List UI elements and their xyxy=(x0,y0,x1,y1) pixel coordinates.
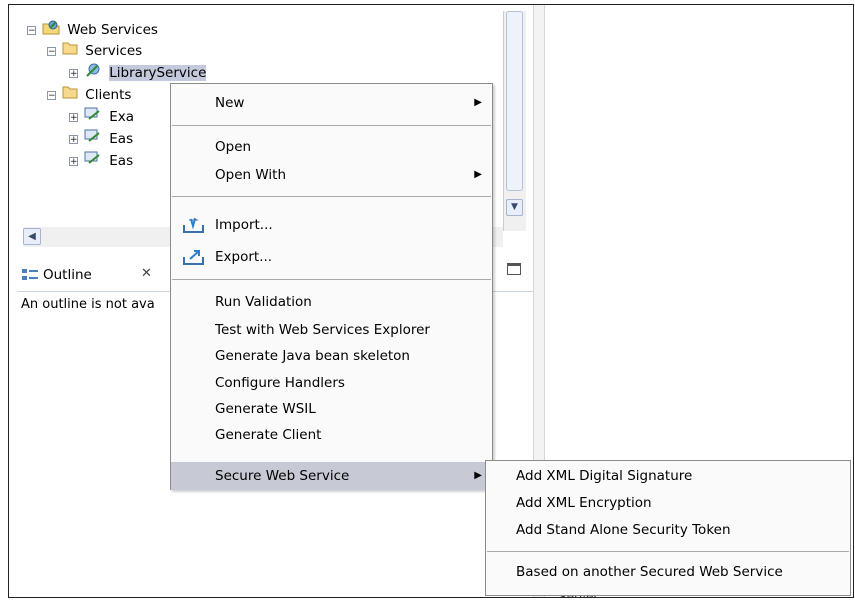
submenu-item-label: Add XML Encryption xyxy=(516,495,652,511)
scrollbar-thumb[interactable] xyxy=(506,11,523,191)
folder-icon xyxy=(62,41,78,62)
menu-item-export[interactable]: Export... xyxy=(171,246,492,268)
menu-item-label: Run Validation xyxy=(215,294,312,310)
outline-message: An outline is not ava xyxy=(21,297,155,312)
collapse-toggle[interactable]: − xyxy=(47,91,56,101)
menu-item-label: Open xyxy=(215,139,252,155)
menu-item-label: Generate WSIL xyxy=(215,401,316,417)
menu-item-label: Generate Java bean skeleton xyxy=(215,348,410,364)
tree-item-clients[interactable]: − Clients xyxy=(47,85,131,105)
scroll-down-button[interactable]: ▼ xyxy=(506,199,523,216)
menu-item-label: Secure Web Service xyxy=(215,468,350,484)
menu-item-label: Generate Client xyxy=(215,427,322,443)
collapse-toggle[interactable]: − xyxy=(47,47,56,57)
client-icon xyxy=(84,129,102,150)
menu-item-generate-java-bean[interactable]: Generate Java bean skeleton xyxy=(171,345,492,367)
menu-item-open-with[interactable]: Open With ▶ xyxy=(171,164,492,186)
import-icon xyxy=(183,217,205,240)
submenu-arrow-icon: ▶ xyxy=(474,97,482,108)
menu-item-label: New xyxy=(215,95,245,111)
tree-item-label: LibraryService xyxy=(109,65,207,81)
menu-separator xyxy=(172,279,491,280)
outline-icon xyxy=(21,268,39,286)
menu-item-label: Open With xyxy=(215,167,287,183)
tree-item-label: Services xyxy=(85,43,143,59)
tree-item-client[interactable]: + Exa xyxy=(69,107,134,127)
tree-item-client[interactable]: + Eas xyxy=(69,151,133,171)
menu-item-open[interactable]: Open xyxy=(171,136,492,158)
menu-item-new[interactable]: New ▶ xyxy=(171,92,492,114)
tree-vertical-scrollbar[interactable]: ▼ xyxy=(503,11,526,231)
tree-item-label: Eas xyxy=(109,131,134,147)
tree-item-client[interactable]: + Eas xyxy=(69,129,133,149)
submenu-arrow-icon: ▶ xyxy=(474,169,482,180)
tab-outline-label: Outline xyxy=(43,267,92,283)
menu-item-label: Import... xyxy=(215,217,273,233)
menu-item-generate-wsil[interactable]: Generate WSIL xyxy=(171,398,492,420)
tree-item-services[interactable]: − Services xyxy=(47,41,142,61)
menu-item-configure-handlers[interactable]: Configure Handlers xyxy=(171,372,492,394)
submenu-item-add-security-token[interactable]: Add Stand Alone Security Token xyxy=(486,519,850,541)
menu-item-secure-web-service[interactable]: Secure Web Service ▶ xyxy=(171,462,492,490)
expand-toggle[interactable]: + xyxy=(69,157,78,167)
menu-item-import[interactable]: Import... xyxy=(171,214,492,236)
tree-item-label: Exa xyxy=(109,109,135,125)
submenu-item-label: Add Stand Alone Security Token xyxy=(516,522,731,538)
submenu-item-based-on-secured-service[interactable]: Based on another Secured Web Service xyxy=(486,561,850,583)
close-icon[interactable]: ✕ xyxy=(141,266,152,281)
submenu-item-label: Based on another Secured Web Service xyxy=(516,564,783,580)
menu-separator xyxy=(172,196,491,197)
client-icon xyxy=(84,107,102,128)
tree-item-label: Clients xyxy=(85,87,132,103)
web-services-icon xyxy=(42,19,60,42)
export-icon xyxy=(183,249,205,272)
folder-icon xyxy=(62,85,78,106)
menu-separator xyxy=(172,125,491,126)
expand-toggle[interactable]: + xyxy=(69,135,78,145)
scroll-left-button[interactable]: ◀ xyxy=(23,228,41,245)
service-icon xyxy=(84,63,102,84)
menu-item-test-explorer[interactable]: Test with Web Services Explorer xyxy=(171,319,492,341)
menu-item-run-validation[interactable]: Run Validation xyxy=(171,291,492,313)
maximize-icon[interactable] xyxy=(507,263,521,275)
tree-item-label: Web Services xyxy=(67,22,158,38)
expand-toggle[interactable]: + xyxy=(69,113,78,123)
submenu-item-add-xml-encryption[interactable]: Add XML Encryption xyxy=(486,492,850,514)
menu-separator xyxy=(487,551,849,552)
tree-item-label: Eas xyxy=(109,153,134,169)
client-icon xyxy=(84,151,102,172)
context-menu: New ▶ Open Open With ▶ Import... Export.… xyxy=(170,83,493,490)
collapse-toggle[interactable]: − xyxy=(27,26,36,36)
expand-toggle[interactable]: + xyxy=(69,69,78,79)
tree-item-web-services[interactable]: − Web Services xyxy=(27,19,158,39)
tab-outline[interactable]: Outline ✕ xyxy=(19,261,179,289)
submenu-item-label: Add XML Digital Signature xyxy=(516,468,693,484)
menu-item-label: Export... xyxy=(215,249,273,265)
secure-web-service-submenu: Add XML Digital Signature Add XML Encryp… xyxy=(485,460,851,596)
submenu-item-add-xml-digital-signature[interactable]: Add XML Digital Signature xyxy=(486,465,850,487)
tree-item-libraryservice[interactable]: + LibraryService xyxy=(69,63,207,84)
menu-item-label: Test with Web Services Explorer xyxy=(215,322,430,338)
submenu-arrow-icon: ▶ xyxy=(474,470,482,481)
menu-item-label: Configure Handlers xyxy=(215,375,345,391)
menu-item-generate-client[interactable]: Generate Client xyxy=(171,424,492,446)
